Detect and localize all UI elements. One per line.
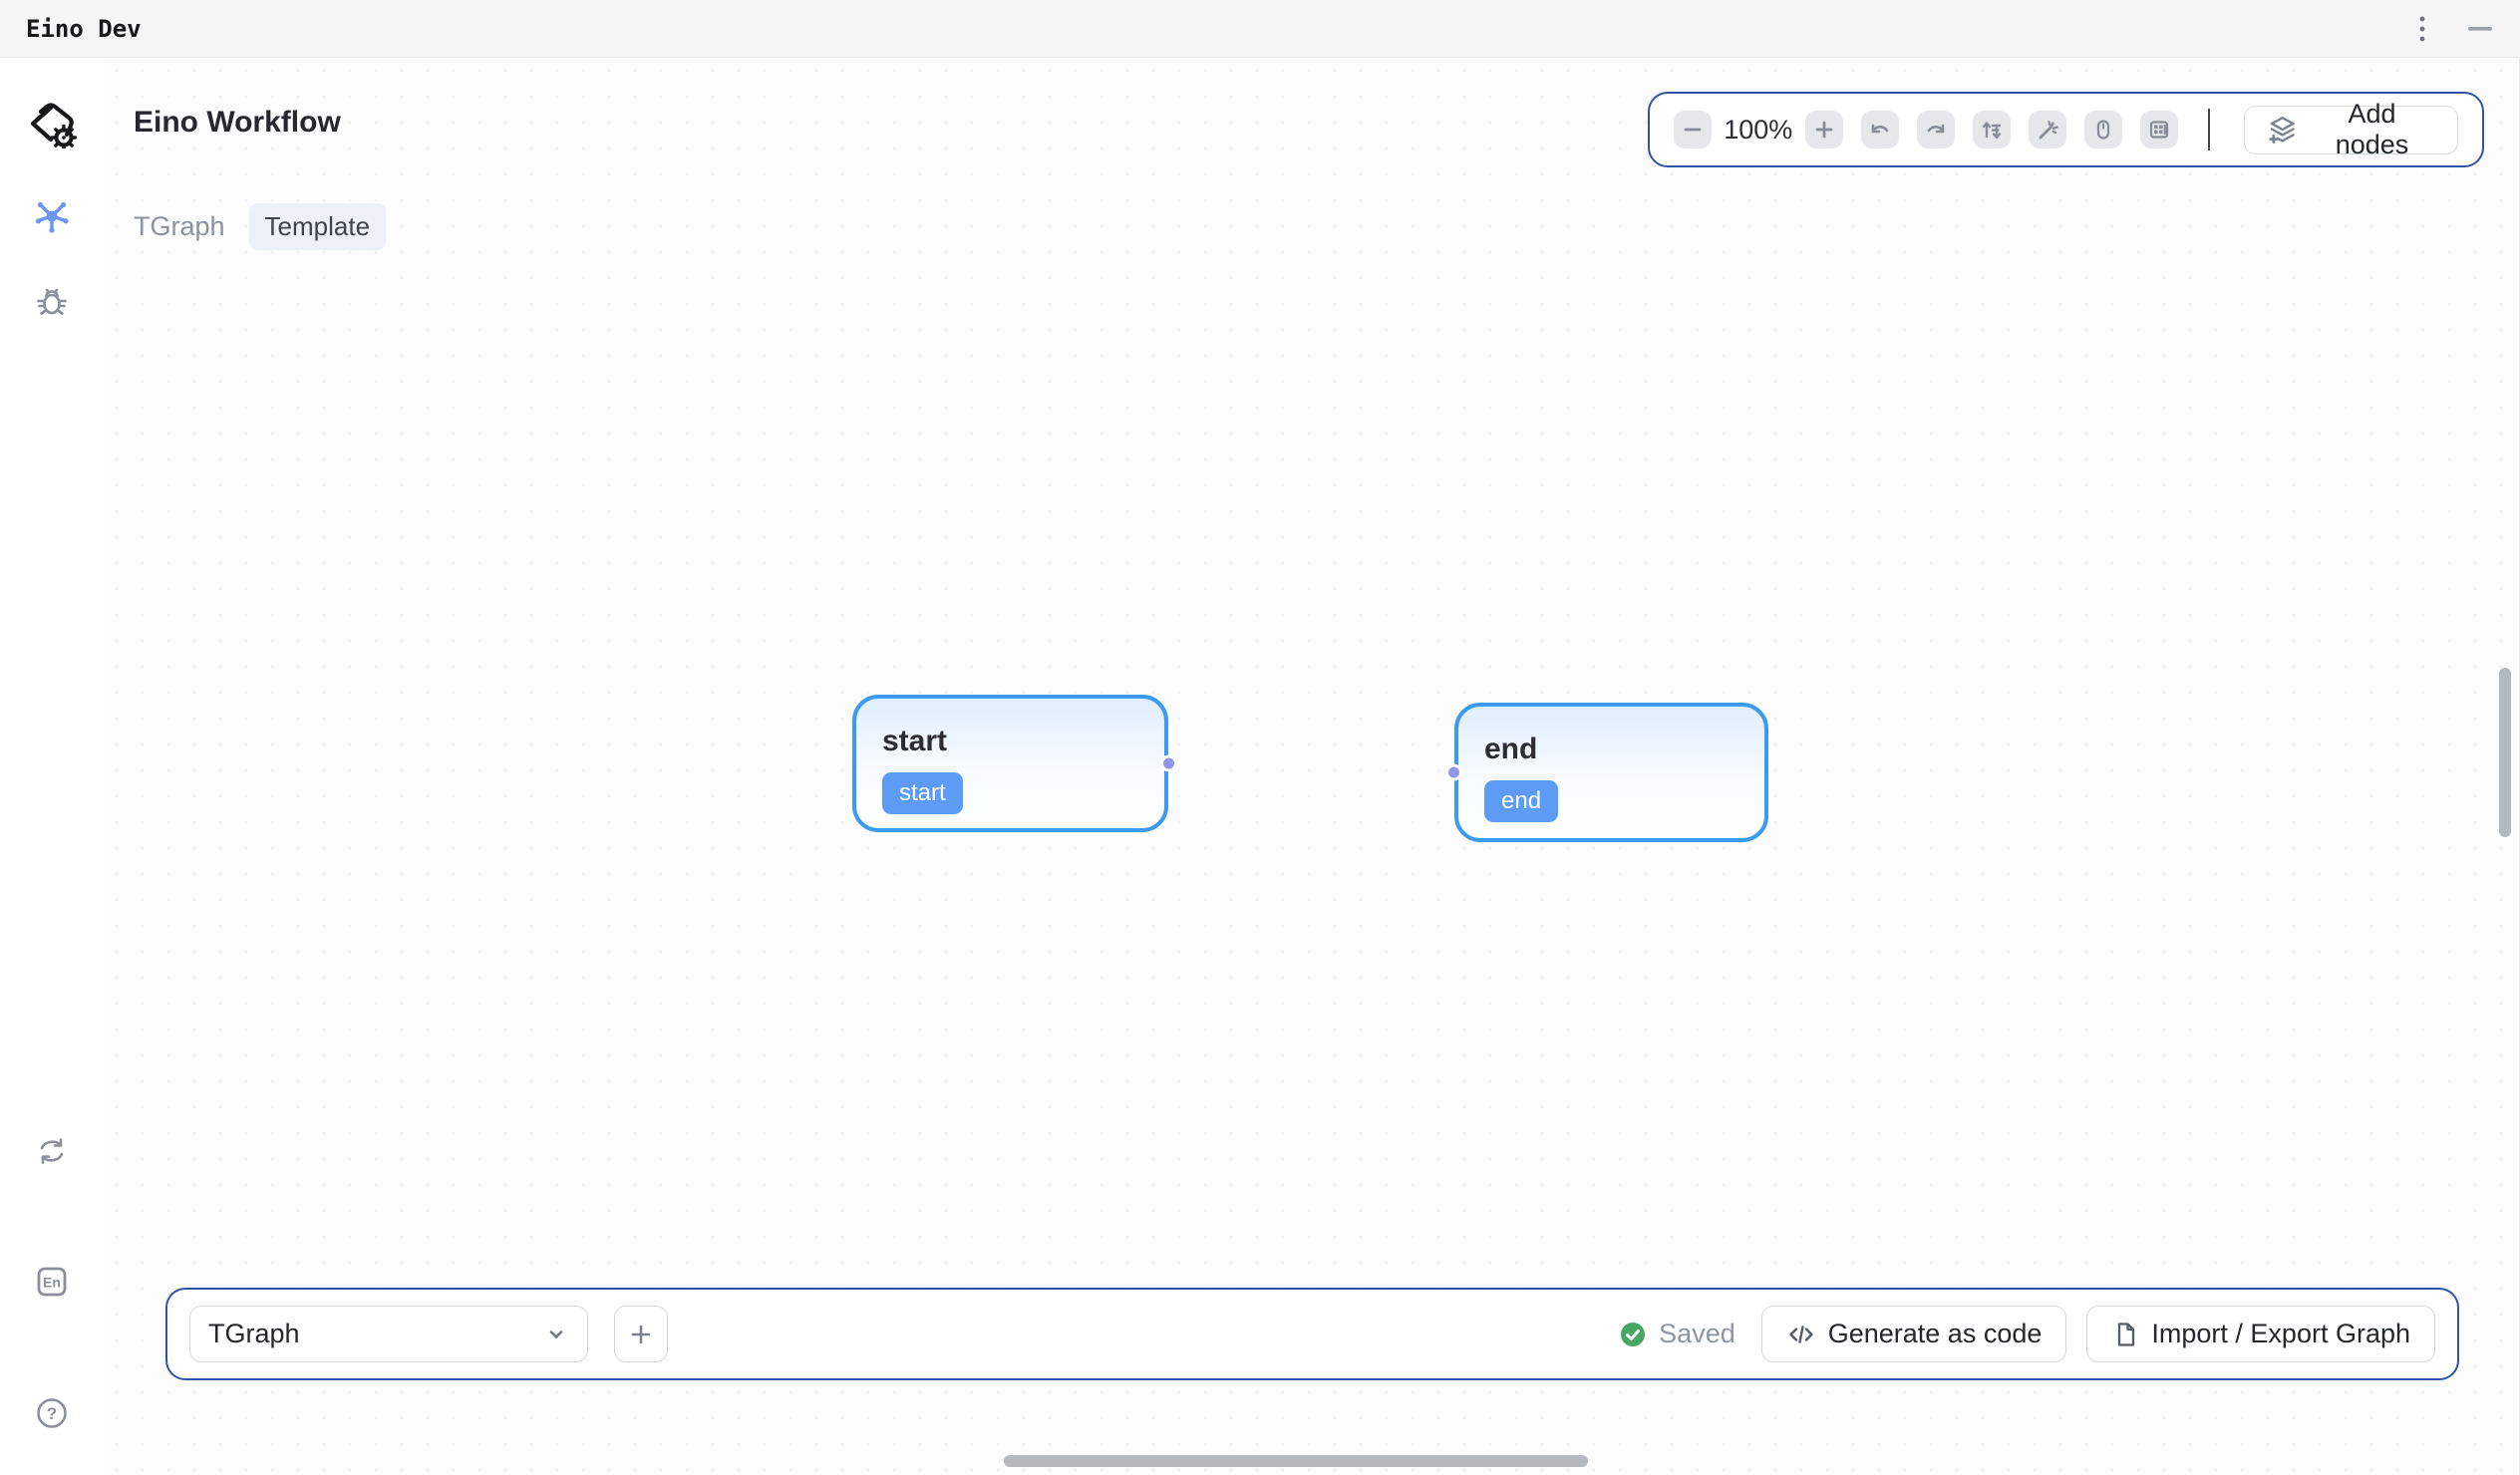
plus-icon xyxy=(628,1322,654,1347)
kebab-menu-icon[interactable] xyxy=(2408,15,2436,43)
graph-select-value: TGraph xyxy=(208,1319,300,1349)
sidebar-item-debug[interactable] xyxy=(35,284,69,318)
redo-button[interactable] xyxy=(1917,111,1955,148)
horizontal-scrollbar[interactable] xyxy=(1004,1455,1588,1467)
vertical-scrollbar[interactable] xyxy=(2499,668,2511,837)
undo-icon xyxy=(1868,118,1892,142)
zoom-in-button[interactable] xyxy=(1805,111,1843,148)
undo-button[interactable] xyxy=(1861,111,1899,148)
svg-text:?: ? xyxy=(47,1404,57,1423)
kebab-dots xyxy=(2418,13,2426,45)
magic-wand-icon xyxy=(2036,118,2059,142)
svg-text:En: En xyxy=(43,1275,61,1291)
graph-select[interactable]: TGraph xyxy=(189,1306,588,1362)
breadcrumb: TGraph Template xyxy=(134,203,386,250)
toolbar-divider xyxy=(2208,109,2210,150)
chevron-down-icon xyxy=(543,1322,569,1347)
sidebar-item-workflow[interactable] xyxy=(34,198,70,234)
page-title: Eino Workflow xyxy=(134,106,341,140)
add-nodes-button[interactable]: Add nodes xyxy=(2244,106,2458,154)
workflow-canvas[interactable]: Eino Workflow TGraph Template 100% xyxy=(104,58,2520,1475)
add-graph-button[interactable] xyxy=(614,1306,668,1362)
node-type-badge: end xyxy=(1484,780,1558,822)
minimize-icon[interactable] xyxy=(2466,15,2494,43)
node-type-badge: start xyxy=(882,772,963,814)
language-icon[interactable]: En xyxy=(35,1265,69,1299)
layers-plus-icon xyxy=(2267,114,2298,146)
sidebar: En ? xyxy=(0,58,104,1475)
auto-layout-button[interactable] xyxy=(1973,111,2011,148)
import-export-label: Import / Export Graph xyxy=(2151,1319,2410,1349)
save-status: Saved xyxy=(1620,1319,1735,1349)
breadcrumb-graph-name: TGraph xyxy=(134,211,225,242)
window-title: Eino Dev xyxy=(26,15,142,43)
save-status-label: Saved xyxy=(1659,1319,1735,1349)
code-icon xyxy=(1786,1320,1816,1349)
minimap-toggle-button[interactable] xyxy=(2140,111,2178,148)
node-start[interactable]: start start xyxy=(852,695,1168,832)
import-export-button[interactable]: Import / Export Graph xyxy=(2086,1306,2435,1362)
zoom-level: 100% xyxy=(1712,115,1805,146)
mouse-mode-button[interactable] xyxy=(2084,111,2122,148)
auto-layout-icon xyxy=(1980,118,2004,142)
minus-icon xyxy=(1682,119,1704,141)
canvas-toolbar: 100% xyxy=(1648,92,2484,167)
generate-as-code-button[interactable]: Generate as code xyxy=(1761,1306,2067,1362)
redo-icon xyxy=(1924,118,1948,142)
template-badge: Template xyxy=(249,203,387,250)
refresh-icon[interactable] xyxy=(36,1135,68,1167)
zoom-out-button[interactable] xyxy=(1674,111,1712,148)
eino-logo-icon xyxy=(27,103,77,148)
check-circle-icon xyxy=(1620,1322,1646,1347)
input-port[interactable] xyxy=(1445,764,1462,781)
node-end[interactable]: end end xyxy=(1454,703,1768,842)
node-title: end xyxy=(1484,733,1738,766)
node-title: start xyxy=(882,725,1138,758)
minimap-icon xyxy=(2147,118,2171,142)
add-nodes-label: Add nodes xyxy=(2309,99,2435,160)
magic-wand-button[interactable] xyxy=(2029,111,2066,148)
window-titlebar: Eino Dev xyxy=(0,0,2520,58)
help-icon[interactable]: ? xyxy=(35,1396,69,1430)
file-icon xyxy=(2111,1321,2139,1348)
plus-icon xyxy=(1813,119,1835,141)
generate-as-code-label: Generate as code xyxy=(1828,1319,2043,1349)
output-port[interactable] xyxy=(1160,755,1177,772)
mouse-icon xyxy=(2091,118,2115,142)
footer-toolbar: TGraph Saved xyxy=(165,1288,2459,1380)
